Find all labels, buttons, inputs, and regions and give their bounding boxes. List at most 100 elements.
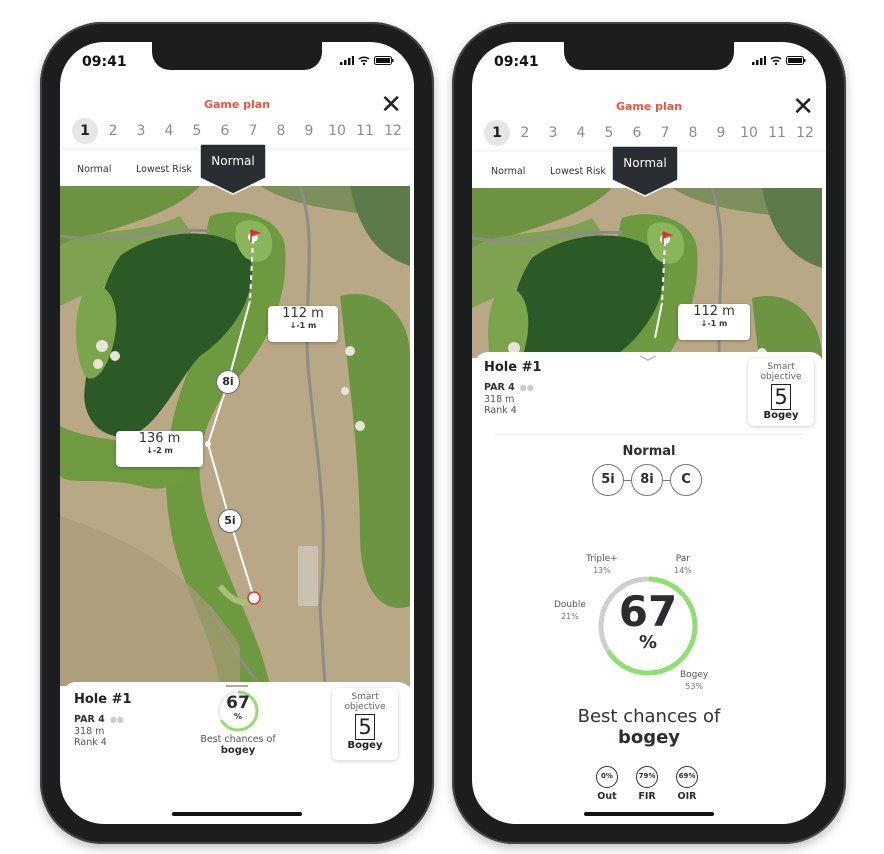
hole-tab[interactable]: 9 (708, 120, 734, 146)
strategy-name: Normal (622, 444, 676, 459)
drag-handle[interactable] (226, 685, 248, 687)
smart-objective[interactable]: Smart objective 5 Bogey (332, 688, 398, 760)
distance-label: 112 m ↓-1 m (268, 306, 338, 342)
wifi-icon (770, 56, 782, 65)
club-marker-5i[interactable]: 5i (218, 509, 242, 533)
segment-bogey: Bogey 53% (680, 670, 708, 692)
elevation-value: ↓-2 m (146, 446, 173, 455)
hole-tab[interactable]: 2 (512, 120, 538, 146)
course-map[interactable]: 112 m ↓-1 m (472, 188, 826, 358)
tab-lowest-risk[interactable]: Lowest Risk (136, 164, 192, 175)
hole-tab[interactable]: 11 (764, 120, 790, 146)
home-indicator[interactable] (584, 812, 714, 816)
selected-tab-label: Normal (211, 154, 255, 168)
stat-fir: 79% FIR (632, 766, 662, 802)
objective-value: 5 (771, 384, 791, 410)
signal-icon (752, 56, 766, 65)
club-c[interactable]: C (670, 464, 702, 496)
distance-value: 112 m (282, 306, 324, 321)
battery-icon (786, 56, 806, 65)
distance-value: 136 m (138, 431, 181, 446)
objective-label: objective (760, 372, 802, 382)
segment-label: Double (554, 600, 586, 610)
stat-value: 69% (676, 766, 698, 788)
screen: 09:41 Game plan ✕ 1 2 3 4 5 6 7 8 9 10 11 12 Normal… (472, 42, 826, 824)
tab-selected[interactable]: Normal (198, 142, 268, 198)
hole-tab[interactable]: 3 (540, 120, 566, 146)
phone-map-view: 09:41 Game plan ✕ 1 2 3 4 5 6 7 8 9 10 11 12 Normal… (40, 22, 434, 844)
home-indicator[interactable] (172, 812, 302, 816)
mini-percent: 67 (226, 693, 250, 713)
hole-tab[interactable]: 4 (156, 118, 182, 144)
hole-tab[interactable]: 5 (184, 118, 210, 144)
hole-tab[interactable]: 8 (268, 118, 294, 144)
tab-normal[interactable]: Normal (491, 166, 525, 177)
hole-tab[interactable]: 5 (596, 120, 622, 146)
hole-detail-sheet: Hole #1 PAR 4 ●● 318 m Rank 4 Smart obje… (474, 352, 824, 824)
status-icons (752, 56, 806, 65)
hole-tab[interactable]: 9 (296, 118, 322, 144)
smart-objective[interactable]: Smart objective 5 Bogey (748, 358, 814, 426)
signal-icon (340, 56, 354, 65)
tee-icon (247, 591, 261, 605)
best-chances-label: Best chances of (200, 734, 276, 745)
segment-label: Par (675, 554, 691, 564)
map-image[interactable] (472, 188, 826, 358)
best-chances-value: bogey (617, 727, 681, 748)
status-time: 09:41 (494, 54, 539, 70)
hole-selector: 1 2 3 4 5 6 7 8 9 10 11 12 (484, 120, 818, 146)
segment-double: Double 21% (554, 600, 586, 622)
hole-tab[interactable]: 6 (624, 120, 650, 146)
segment-par: Par 14% (674, 554, 692, 576)
hole-tab[interactable]: 6 (212, 118, 238, 144)
tab-normal[interactable]: Normal (77, 164, 111, 175)
page-title: Game plan (615, 100, 683, 113)
hole-tab[interactable]: 12 (380, 118, 406, 144)
objective-result: Bogey (347, 740, 383, 751)
hole-name: Hole #1 (74, 692, 132, 707)
selected-tab-bg (611, 145, 679, 197)
difficulty-dots: ●● (519, 383, 534, 392)
hole-summary-card[interactable]: Hole #1 PAR 4 ●● 318 m Rank 4 67 % Best … (62, 682, 412, 802)
hole-tab[interactable]: 7 (240, 118, 266, 144)
segment-triple: Triple+ 13% (586, 554, 618, 576)
hole-tab[interactable]: 10 (736, 120, 762, 146)
selected-tab-bg (199, 143, 267, 195)
collapse-chevron-icon[interactable] (638, 354, 658, 362)
segment-pct: 21% (561, 612, 579, 621)
donut-percent: 67 (618, 587, 678, 636)
close-icon[interactable]: ✕ (792, 94, 814, 120)
course-map[interactable]: 112 m ↓-1 m 136 m ↓-2 m 8i 5i (60, 186, 414, 686)
hole-tab[interactable]: 7 (652, 120, 678, 146)
objective-label: objective (344, 702, 386, 712)
distance-value: 112 m (693, 304, 735, 319)
hole-tab[interactable]: 12 (792, 120, 818, 146)
tab-selected[interactable]: Normal (610, 144, 680, 200)
segment-label: Triple+ (586, 554, 618, 564)
hole-par: PAR 4 (74, 714, 105, 725)
map-image[interactable] (60, 186, 414, 686)
distance-label: 136 m ↓-2 m (116, 431, 203, 467)
club-5i[interactable]: 5i (592, 464, 624, 496)
tab-lowest-risk[interactable]: Lowest Risk (550, 166, 606, 177)
close-icon[interactable]: ✕ (380, 92, 402, 118)
hole-tab[interactable]: 10 (324, 118, 350, 144)
hole-tab[interactable]: 1 (484, 120, 510, 146)
stat-oir: 69% OIR (672, 766, 702, 802)
club-marker-8i[interactable]: 8i (216, 370, 240, 394)
hole-name: Hole #1 (484, 360, 542, 375)
hole-tab[interactable]: 3 (128, 118, 154, 144)
hole-tab[interactable]: 4 (568, 120, 594, 146)
hole-tab[interactable]: 2 (100, 118, 126, 144)
hole-rank: Rank 4 (484, 405, 517, 416)
screen: 09:41 Game plan ✕ 1 2 3 4 5 6 7 8 9 10 11 12 Normal… (60, 42, 414, 824)
segment-pct: 13% (592, 566, 611, 575)
hole-tab[interactable]: 1 (72, 118, 98, 144)
stat-value: 0% (596, 766, 618, 788)
hole-tab[interactable]: 8 (680, 120, 706, 146)
hole-tab[interactable]: 11 (352, 118, 378, 144)
page-title: Game plan (203, 98, 271, 111)
stat-label: Out (597, 791, 617, 802)
segment-label: Bogey (680, 670, 709, 680)
club-8i[interactable]: 8i (631, 464, 663, 496)
